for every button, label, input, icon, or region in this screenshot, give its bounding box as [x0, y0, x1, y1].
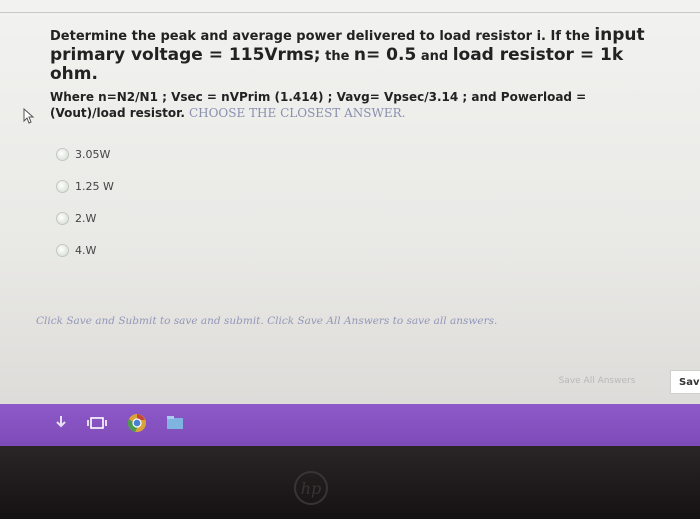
browser-content: Determine the peak and average power del…	[0, 0, 700, 404]
question-the: the	[320, 48, 354, 64]
question-ohm: ohm.	[50, 64, 98, 85]
answer-option-2[interactable]: 1.25 W	[56, 176, 114, 196]
laptop-bezel	[0, 446, 700, 519]
task-view-icon[interactable]	[86, 412, 108, 434]
save-all-answers-button[interactable]: Save All Answers	[548, 372, 646, 390]
question-formula-end: (Vout)/load resistor.	[50, 106, 185, 121]
question-emph-input: input	[594, 25, 645, 45]
answer-options: 3.05W 1.25 W 2.W 4.W	[56, 144, 114, 272]
radio-button[interactable]	[56, 147, 69, 161]
chrome-icon[interactable]	[126, 412, 148, 434]
answer-option-label: 4.W	[75, 243, 97, 257]
radio-button[interactable]	[56, 211, 69, 225]
answer-option-4[interactable]: 4.W	[56, 240, 114, 260]
answer-option-3[interactable]: 2.W	[56, 208, 114, 228]
answer-option-label: 3.05W	[75, 147, 111, 161]
radio-button[interactable]	[56, 243, 69, 257]
svg-text:hp: hp	[301, 479, 322, 498]
question-formulas: Where n=N2/N1 ; Vsec = nVPrim (1.414) ; …	[50, 89, 587, 104]
answer-option-1[interactable]: 3.05W	[56, 144, 114, 164]
question-n-value: n= 0.5	[353, 44, 417, 65]
download-icon[interactable]	[50, 412, 72, 434]
question-text: Determine the peak and average power del…	[50, 25, 670, 121]
divider	[0, 12, 700, 13]
question-and: and	[416, 48, 453, 64]
question-primary-voltage: primary voltage = 115Vrms;	[50, 44, 321, 65]
save-and-submit-button[interactable]: Sav	[670, 370, 700, 394]
file-explorer-icon[interactable]	[164, 412, 186, 434]
question-load-resistor: load resistor = 1k	[452, 44, 624, 65]
radio-button[interactable]	[56, 179, 69, 193]
taskbar	[0, 404, 700, 446]
choose-hint: CHOOSE THE CLOSEST ANSWER.	[188, 106, 406, 121]
answer-option-label: 1.25 W	[75, 179, 114, 193]
answer-option-label: 2.W	[75, 211, 97, 225]
instructions-text: Click Save and Submit to save and submit…	[36, 315, 498, 327]
question-line-1: Determine the peak and average power del…	[50, 29, 595, 44]
hp-logo: hp	[294, 471, 328, 505]
mouse-cursor-icon	[23, 108, 35, 124]
